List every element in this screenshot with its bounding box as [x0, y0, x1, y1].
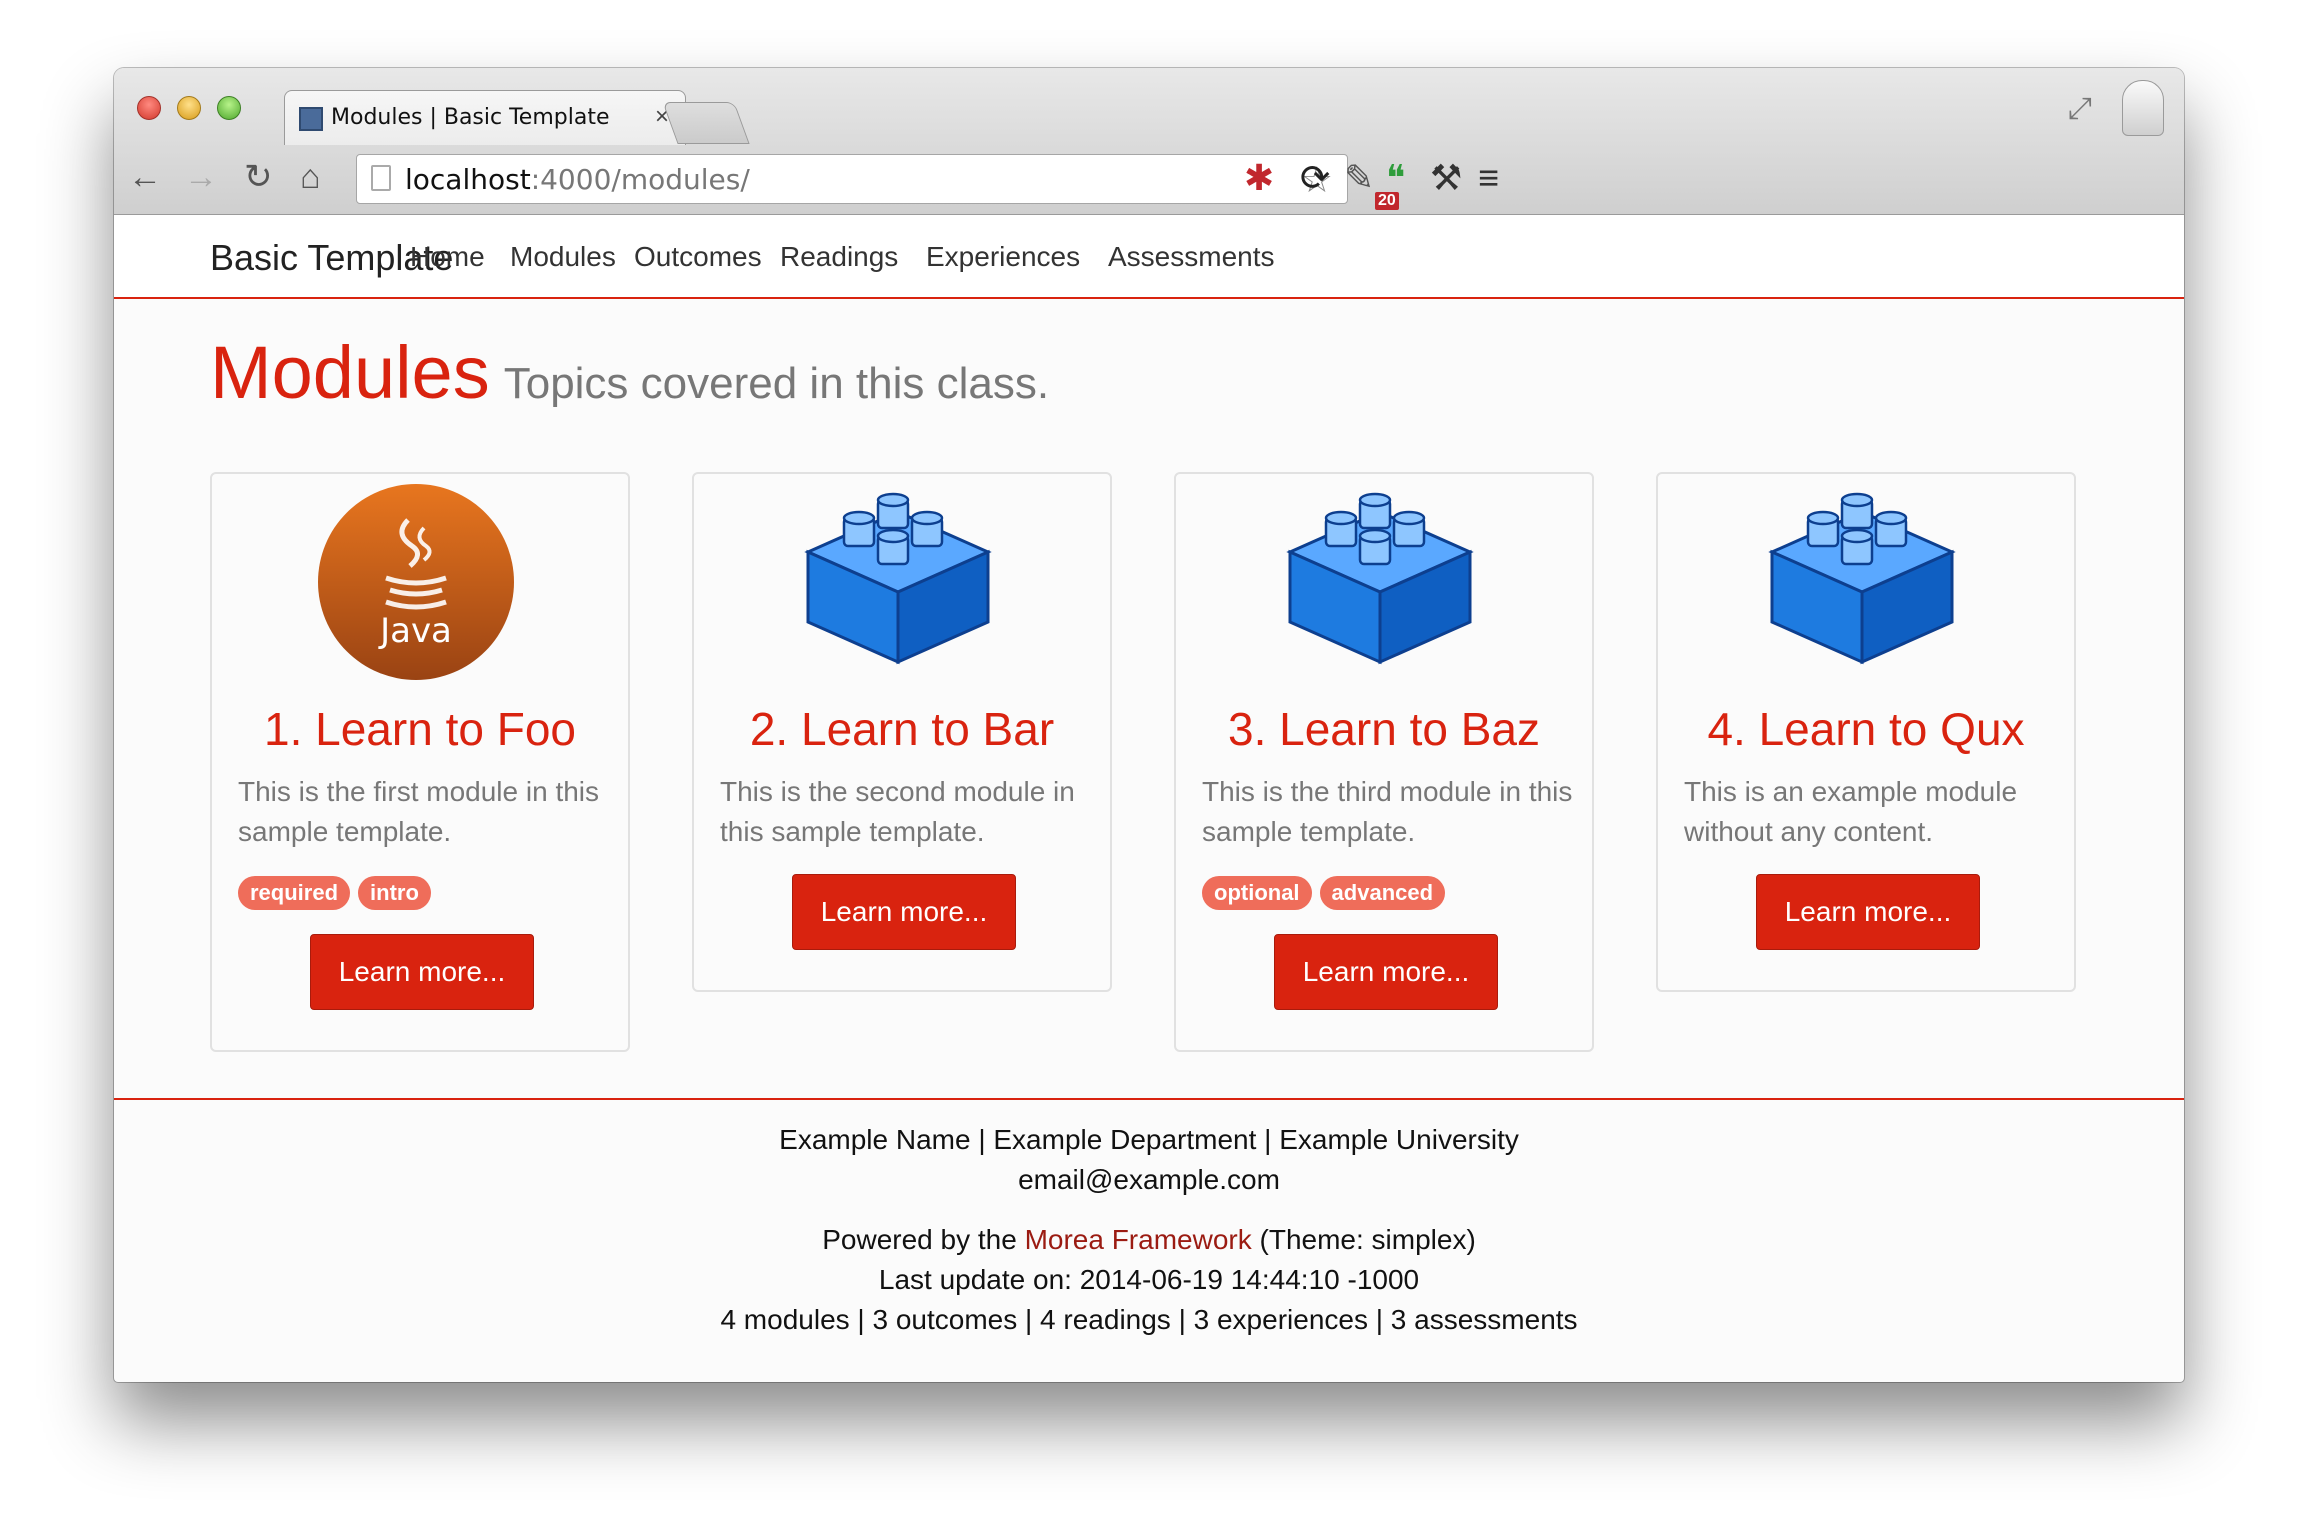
nav-link-readings[interactable]: Readings: [780, 241, 898, 273]
module-title[interactable]: 3. Learn to Baz: [1176, 702, 1592, 756]
nav-link-assessments[interactable]: Assessments: [1108, 241, 1275, 273]
learn-more-button[interactable]: Learn more...: [310, 934, 534, 1010]
wrench-icon[interactable]: ⚒: [1430, 158, 1462, 198]
forward-arrow-icon[interactable]: →: [184, 160, 218, 194]
tab-title: Modules | Basic Template: [331, 105, 610, 130]
module-description: This is the first module in this sample …: [238, 776, 600, 847]
footer-email[interactable]: email@example.com: [114, 1164, 2184, 1196]
lego-block-icon: [1768, 492, 1956, 665]
profile-icon[interactable]: [2122, 80, 2164, 136]
module-description: This is an example module without any co…: [1684, 776, 2018, 847]
menu-icon[interactable]: ≡: [1478, 158, 1499, 198]
browser-tab[interactable]: Modules | Basic Template ×: [284, 90, 686, 145]
footer-contact: Example Name | Example Department | Exam…: [779, 1124, 1519, 1155]
module-card-1: Java 1. Learn to Foo This is the first m…: [210, 472, 630, 1052]
eyedropper-icon[interactable]: ✎: [1344, 158, 1374, 198]
module-tags: required intro: [238, 876, 439, 910]
reload-icon[interactable]: ↻: [244, 160, 273, 194]
sync-extension-icon[interactable]: ⟳: [1300, 158, 1330, 198]
minimize-window-button[interactable]: [177, 96, 201, 120]
footer-powered-by: Powered by the Morea Framework (Theme: s…: [822, 1224, 1476, 1255]
module-title[interactable]: 4. Learn to Qux: [1658, 702, 2074, 756]
extension-icon[interactable]: ✱: [1244, 158, 1274, 198]
home-icon[interactable]: ⌂: [300, 160, 321, 194]
learn-more-button[interactable]: Learn more...: [1756, 874, 1980, 950]
tag-badge: optional: [1202, 876, 1312, 910]
morea-framework-link[interactable]: Morea Framework: [1025, 1224, 1252, 1255]
module-card-2: 2. Learn to Bar This is the second modul…: [692, 472, 1112, 992]
module-title[interactable]: 2. Learn to Bar: [694, 702, 1110, 756]
page-heading: Modules Topics covered in this class.: [210, 330, 1049, 415]
lego-block-icon: [804, 492, 992, 665]
page-title: Modules: [210, 331, 490, 414]
tag-badge: required: [238, 876, 351, 910]
browser-window: Modules | Basic Template × ⤢ ← → ↻ ⌂ loc…: [114, 68, 2184, 1382]
new-tab-button[interactable]: [662, 102, 750, 144]
favicon-icon: [299, 107, 323, 131]
module-description: This is the third module in this sample …: [1202, 776, 1573, 847]
hangouts-icon[interactable]: ❝: [1386, 158, 1405, 198]
lego-block-icon: [1286, 492, 1474, 665]
zoom-window-button[interactable]: [217, 96, 241, 120]
address-bar[interactable]: localhost:4000/modules/ ☆: [356, 154, 1348, 204]
learn-more-button[interactable]: Learn more...: [792, 874, 1016, 950]
tag-badge: intro: [358, 876, 431, 910]
module-title[interactable]: 1. Learn to Foo: [212, 702, 628, 756]
nav-link-experiences[interactable]: Experiences: [926, 241, 1080, 273]
tag-badge: advanced: [1319, 876, 1446, 910]
fullscreen-icon[interactable]: ⤢: [2068, 92, 2092, 126]
learn-more-button[interactable]: Learn more...: [1274, 934, 1498, 1010]
nav-link-modules[interactable]: Modules: [510, 241, 616, 273]
svg-text:Java: Java: [378, 611, 452, 651]
module-card-4: 4. Learn to Qux This is an example modul…: [1656, 472, 2076, 992]
footer-divider: [114, 1098, 2184, 1100]
close-window-button[interactable]: [137, 96, 161, 120]
page-subtitle: Topics covered in this class.: [503, 359, 1050, 408]
footer-last-update: Last update on: 2014-06-19 14:44:10 -100…: [878, 1264, 1420, 1295]
nav-link-home[interactable]: Home: [410, 241, 485, 273]
site-navbar: Basic Template Home Modules Outcomes Rea…: [114, 215, 2184, 299]
browser-chrome: Modules | Basic Template × ⤢ ← → ↻ ⌂ loc…: [114, 68, 2184, 215]
page-icon: [371, 165, 391, 191]
module-description: This is the second module in this sample…: [720, 776, 1075, 847]
nav-link-outcomes[interactable]: Outcomes: [634, 241, 762, 273]
back-arrow-icon[interactable]: ←: [128, 160, 162, 194]
module-card-3: 3. Learn to Baz This is the third module…: [1174, 472, 1594, 1052]
module-tags: optional advanced: [1202, 876, 1453, 910]
footer-counts: 4 modules | 3 outcomes | 4 readings | 3 …: [720, 1304, 1578, 1335]
java-logo-icon: Java: [318, 484, 514, 680]
url-text[interactable]: localhost:4000/modules/: [405, 163, 750, 196]
